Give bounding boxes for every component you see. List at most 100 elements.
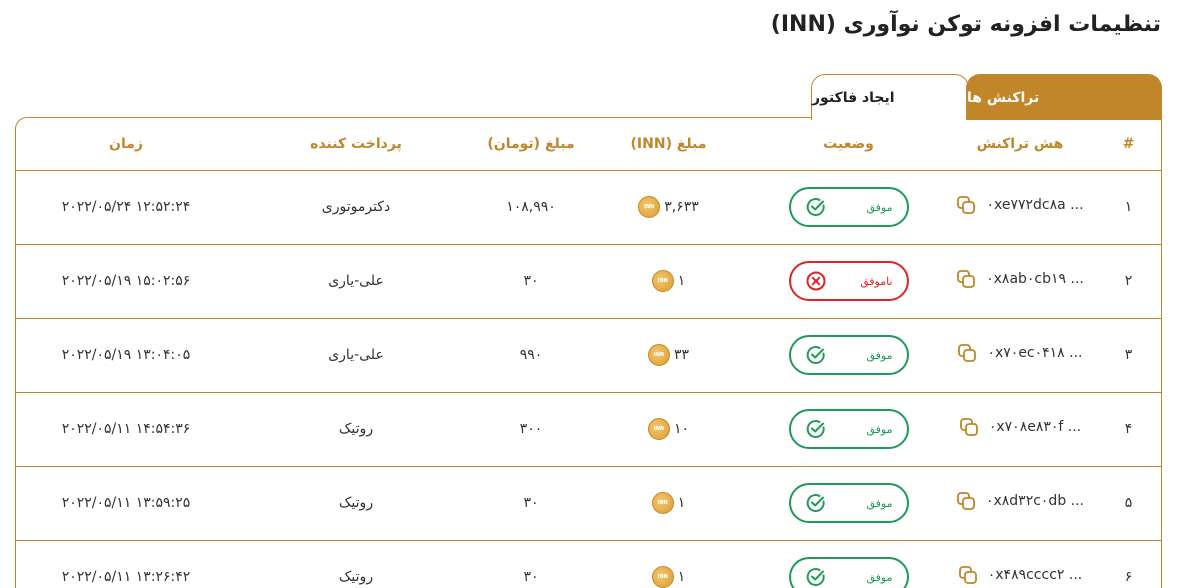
- inn-coin-icon: INN: [651, 566, 674, 588]
- amount-toman-cell: ۳۰: [523, 569, 539, 585]
- status-label: موفق: [866, 200, 893, 214]
- status-label: ناموفق: [860, 274, 893, 288]
- copy-icon[interactable]: [956, 195, 976, 215]
- table-row: ۲۰۲۲/۰۵/۱۱ ۱۳:۲۶:۴۲ روتیک ۳۰ ۱ INN موفق …: [16, 540, 1161, 588]
- status-label: موفق: [866, 570, 893, 584]
- amount-inn-cell: ۱ INN: [586, 466, 751, 540]
- amount-inn-cell: ۳۳ INN: [586, 318, 751, 392]
- status-cell: موفق: [751, 540, 946, 588]
- row-number: ۳: [1124, 347, 1133, 363]
- amount-toman-cell: ۳۰: [523, 273, 539, 289]
- row-number: ۲: [1124, 273, 1133, 289]
- copy-icon[interactable]: [956, 269, 976, 289]
- row-number: ۴: [1124, 421, 1133, 437]
- time-cell: ۲۰۲۲/۰۵/۱۹ ۱۳:۰۴:۰۵: [61, 347, 191, 363]
- amount-inn-cell: ۳,۶۳۳ INN: [586, 170, 751, 244]
- inn-coin-icon: INN: [651, 270, 674, 292]
- amount-inn-value: ۱: [677, 569, 686, 585]
- amount-inn-value: ۱: [677, 273, 686, 289]
- amount-inn-value: ۱۰: [673, 421, 690, 437]
- status-badge[interactable]: موفق: [788, 483, 909, 523]
- hash-text: ۰x۴۸۹cccc۲ ...: [987, 567, 1083, 583]
- header-amount-toman: مبلغ (تومان): [487, 135, 575, 152]
- status-label: موفق: [866, 348, 893, 362]
- inn-coin-icon: INN: [647, 418, 670, 440]
- status-cell: موفق: [751, 392, 946, 466]
- payer-cell: دکترموتوری: [321, 199, 391, 215]
- inn-coin-icon: INN: [647, 344, 670, 366]
- payer-cell: علی-یاری: [328, 347, 384, 363]
- hash-text: ۰xe۷۷۲dc۸a ...: [986, 197, 1084, 213]
- check-circle-icon: [806, 494, 825, 512]
- payer-cell: روتیک: [338, 495, 374, 511]
- hash-text: ۰x۷۰ec۰۴۱۸ ...: [987, 345, 1083, 361]
- table-row: ۲۰۲۲/۰۵/۲۴ ۱۲:۵۲:۲۴ دکترموتوری ۱۰۸,۹۹۰ ۳…: [16, 170, 1161, 244]
- status-cell: موفق: [751, 466, 946, 540]
- header-payer: پرداخت کننده: [310, 135, 402, 152]
- payer-cell: علی-یاری: [328, 273, 384, 289]
- hash-cell: ۰x۴۸۹cccc۲ ...: [946, 540, 1094, 588]
- status-badge[interactable]: موفق: [788, 335, 909, 375]
- status-label: موفق: [866, 496, 893, 510]
- inn-coin-icon: INN: [651, 492, 674, 514]
- header-hash: هش تراکنش: [976, 135, 1064, 152]
- tab-transactions[interactable]: تراکنش ها: [966, 74, 1162, 120]
- status-label: موفق: [866, 422, 893, 436]
- time-cell: ۲۰۲۲/۰۵/۲۴ ۱۲:۵۲:۲۴: [61, 199, 191, 215]
- amount-inn-value: ۳۳: [673, 347, 690, 363]
- copy-icon[interactable]: [956, 491, 976, 511]
- transactions-panel: زمان پرداخت کننده مبلغ (تومان) مبلغ (INN…: [15, 117, 1162, 588]
- hash-cell: ۰xe۷۷۲dc۸a ...: [946, 170, 1094, 244]
- status-cell: موفق: [751, 170, 946, 244]
- header-status: وضعیت: [823, 135, 874, 152]
- amount-inn-cell: ۱ INN: [586, 540, 751, 588]
- status-cell: ناموفق: [751, 244, 946, 318]
- amount-inn-value: ۱: [677, 495, 686, 511]
- time-cell: ۲۰۲۲/۰۵/۱۱ ۱۴:۵۴:۳۶: [61, 421, 191, 437]
- payer-cell: روتیک: [338, 569, 374, 585]
- inn-coin-icon: INN: [638, 196, 661, 218]
- row-number: ۶: [1124, 569, 1133, 585]
- table-header-row: زمان پرداخت کننده مبلغ (تومان) مبلغ (INN…: [16, 118, 1161, 170]
- hash-cell: ۰x۷۰ec۰۴۱۸ ...: [946, 318, 1094, 392]
- amount-inn-cell: ۱۰ INN: [586, 392, 751, 466]
- row-number: ۱: [1124, 199, 1133, 215]
- row-number: ۵: [1124, 495, 1133, 511]
- check-circle-icon: [806, 198, 825, 216]
- hash-cell: ۰x۸d۳۲c۰db ...: [946, 466, 1094, 540]
- amount-toman-cell: ۳۰۰: [519, 421, 543, 437]
- hash-text: ۰x۸ab۰cb۱۹ ...: [986, 271, 1084, 287]
- status-badge[interactable]: موفق: [788, 409, 909, 449]
- table-row: ۲۰۲۲/۰۵/۱۱ ۱۴:۵۴:۳۶ روتیک ۳۰۰ ۱۰ INN موف…: [16, 392, 1161, 466]
- status-badge[interactable]: موفق: [788, 187, 909, 227]
- status-badge[interactable]: ناموفق: [788, 261, 909, 301]
- x-circle-icon: [806, 271, 825, 291]
- hash-text: ۰x۷۰۸e۸۳۰f ...: [988, 419, 1082, 435]
- table-row: ۲۰۲۲/۰۵/۱۹ ۱۳:۰۴:۰۵ علی-یاری ۹۹۰ ۳۳ INN …: [16, 318, 1161, 392]
- page: تنظیمات افزونه توکن نوآوری (INN) تراکنش …: [0, 0, 1181, 588]
- amount-toman-cell: ۱۰۸,۹۹۰: [506, 199, 556, 215]
- payer-cell: روتیک: [338, 421, 374, 437]
- header-time: زمان: [109, 135, 143, 152]
- time-cell: ۲۰۲۲/۰۵/۱۱ ۱۳:۲۶:۴۲: [61, 569, 191, 585]
- hash-cell: ۰x۷۰۸e۸۳۰f ...: [946, 392, 1094, 466]
- check-circle-icon: [806, 420, 825, 438]
- tab-create-invoice[interactable]: ایجاد فاکتور: [811, 74, 969, 120]
- hash-text: ۰x۸d۳۲c۰db ...: [985, 493, 1085, 509]
- copy-icon[interactable]: [958, 565, 978, 585]
- check-circle-icon: [806, 346, 825, 364]
- table-row: ۲۰۲۲/۰۵/۱۱ ۱۳:۵۹:۲۵ روتیک ۳۰ ۱ INN موفق …: [16, 466, 1161, 540]
- time-cell: ۲۰۲۲/۰۵/۱۱ ۱۳:۵۹:۲۵: [61, 495, 191, 511]
- header-num: #: [1122, 135, 1135, 152]
- amount-inn-cell: ۱ INN: [586, 244, 751, 318]
- amount-toman-cell: ۳۰: [523, 495, 539, 511]
- check-circle-icon: [806, 568, 825, 586]
- header-amount-inn: مبلغ (INN): [630, 135, 707, 152]
- copy-icon[interactable]: [959, 417, 979, 437]
- hash-cell: ۰x۸ab۰cb۱۹ ...: [946, 244, 1094, 318]
- page-title: تنظیمات افزونه توکن نوآوری (INN): [770, 12, 1161, 37]
- copy-icon[interactable]: [957, 343, 977, 363]
- status-badge[interactable]: موفق: [788, 557, 909, 588]
- time-cell: ۲۰۲۲/۰۵/۱۹ ۱۵:۰۲:۵۶: [61, 273, 191, 289]
- table-row: ۲۰۲۲/۰۵/۱۹ ۱۵:۰۲:۵۶ علی-یاری ۳۰ ۱ INN نا…: [16, 244, 1161, 318]
